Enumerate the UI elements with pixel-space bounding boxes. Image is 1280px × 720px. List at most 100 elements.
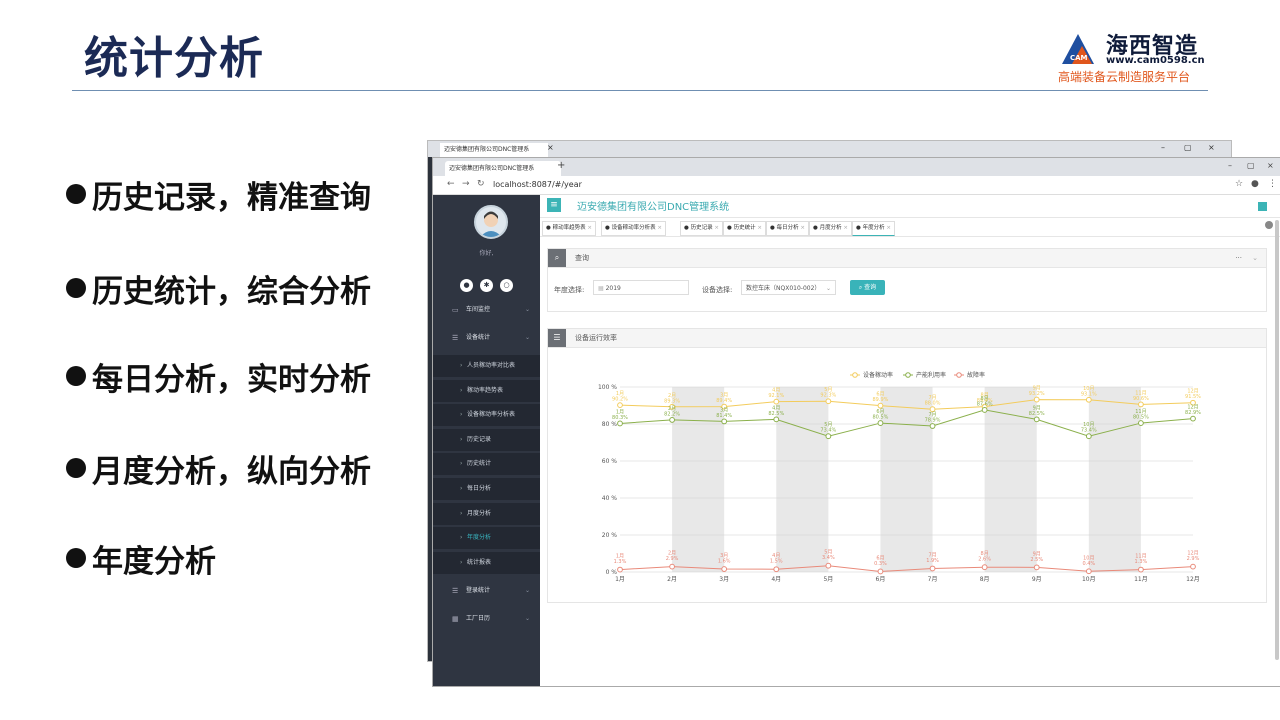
data-point: [825, 398, 832, 405]
browser-tab[interactable]: 迈安德集团有限公司DNC管理系: [445, 161, 561, 176]
close-tab-icon[interactable]: ×: [547, 143, 554, 152]
gear-icon[interactable]: ✱: [480, 279, 493, 292]
search-button[interactable]: ⌕ 查询: [850, 280, 885, 295]
page-tab[interactable]: ● 年度分析 ×: [852, 221, 895, 236]
close-icon[interactable]: ×: [842, 225, 848, 231]
back-arrow-icon[interactable]: ←: [447, 179, 455, 189]
data-label: 73.4%: [1081, 428, 1097, 434]
data-label: 88.0%: [925, 401, 941, 407]
browser-tab[interactable]: 迈安德集团有限公司DNC管理系: [440, 143, 548, 157]
sidebar-item[interactable]: › 设备稼动率分析表: [433, 404, 540, 427]
data-label: 93.1%: [1081, 391, 1097, 397]
data-label: 81.4%: [716, 413, 732, 419]
data-point: [617, 566, 623, 573]
close-icon[interactable]: ×: [885, 225, 891, 231]
data-label: 1.6%: [718, 559, 731, 565]
close-window-icon[interactable]: ×: [1208, 143, 1215, 152]
menu-toggle-button[interactable]: ≡: [547, 198, 561, 212]
y-tick-label: 40 %: [602, 495, 618, 502]
sidebar-item[interactable]: ▭ ⌄ 车间监控: [433, 299, 540, 321]
url-field[interactable]: localhost:8087/#/year: [493, 180, 582, 189]
data-label: 80.5%: [1133, 415, 1149, 421]
logo-url: www.cam0598.cn: [1106, 55, 1205, 66]
sidebar: 你好, ● ✱ ○ ▭ ⌄ 车间监控 ☰ ⌄ 设备统计 › 人员稼动率对比表 › 稼动率趋势表 › 设备稼…: [433, 195, 540, 686]
data-point: [773, 566, 780, 573]
y-tick-label: 80 %: [602, 421, 618, 428]
page-tab[interactable]: ● 设备稼动率分析表 ×: [601, 221, 666, 236]
sidebar-item[interactable]: › 历史统计: [433, 453, 540, 476]
maximize-icon[interactable]: ▢: [1247, 161, 1255, 170]
logo-mark-icon: CAM: [1062, 34, 1094, 64]
close-icon[interactable]: ×: [656, 225, 662, 231]
data-point: [617, 402, 623, 409]
minimize-icon[interactable]: –: [1228, 161, 1232, 170]
close-icon[interactable]: ×: [713, 225, 719, 231]
page-tab[interactable]: ● 月度分析 ×: [809, 221, 852, 236]
user-avatar[interactable]: [474, 205, 508, 239]
power-icon[interactable]: ○: [500, 279, 513, 292]
device-value: 数控车床（NQX010-002）: [746, 285, 821, 292]
x-tick-label: 6月: [876, 576, 886, 583]
x-tick-label: 1月: [615, 576, 625, 583]
sidebar-item-label: 工厂日历: [466, 615, 491, 623]
device-select[interactable]: 数控车床（NQX010-002） ⌄: [741, 280, 836, 295]
sidebar-item[interactable]: › 人员稼动率对比表: [433, 355, 540, 377]
sidebar-item[interactable]: ☰ ⌄ 设备统计: [433, 327, 540, 349]
more-options-button[interactable]: ···: [1235, 249, 1242, 267]
close-icon[interactable]: ×: [756, 225, 762, 231]
page-tab[interactable]: ● 稼动率趋势表 ×: [542, 221, 596, 236]
browser-tabbar: 迈安德集团有限公司DNC管理系 × × ▢ –: [428, 141, 1231, 157]
user-icon[interactable]: ●: [460, 279, 473, 292]
data-label: 89.9%: [873, 397, 889, 403]
chevron-down-icon: ⌄: [524, 334, 530, 341]
scrollbar[interactable]: [1275, 220, 1279, 660]
data-label: 0.4%: [1082, 561, 1095, 567]
data-point: [981, 564, 988, 571]
legend-marker: [905, 372, 911, 378]
page-tab[interactable]: ● 历史记录 ×: [680, 221, 723, 236]
page-tab[interactable]: ● 每日分析 ×: [766, 221, 809, 236]
close-window-icon[interactable]: ×: [1267, 161, 1274, 170]
bullet-dot-icon: [66, 366, 86, 386]
data-point: [1138, 566, 1144, 573]
sidebar-item[interactable]: › 每日分析: [433, 478, 540, 500]
app-header: ≡ 迈安德集团有限公司DNC管理系统: [540, 195, 1280, 218]
data-label: 82.5%: [1029, 411, 1045, 417]
page-tab[interactable]: ● 历史统计 ×: [723, 221, 766, 236]
list-icon: ☰: [452, 587, 459, 596]
data-label: 90.2%: [612, 397, 628, 403]
data-point: [1138, 420, 1144, 426]
maximize-icon[interactable]: ▢: [1184, 143, 1192, 152]
reload-icon[interactable]: ↻: [477, 179, 485, 189]
sidebar-item[interactable]: ☰ ⌄ 登录统计: [433, 580, 540, 602]
logo-tagline: 高端装备云制造服务平台: [1058, 70, 1191, 84]
main-content: ≡ 迈安德集团有限公司DNC管理系统 ● 稼动率趋势表 × ● 设备稼动率分析表 …: [540, 195, 1280, 686]
browser-menu-icon[interactable]: ⋮: [1268, 179, 1277, 189]
close-icon[interactable]: ×: [799, 225, 805, 231]
fullscreen-button[interactable]: [1258, 202, 1267, 211]
sidebar-item-label: 稼动率趋势表: [467, 386, 504, 394]
minimize-icon[interactable]: –: [1161, 143, 1165, 152]
sidebar-item[interactable]: › 历史记录: [433, 428, 540, 451]
data-point: [773, 416, 780, 423]
bookmark-star-icon[interactable]: ☆: [1235, 179, 1243, 189]
browser-tabbar: 迈安德集团有限公司DNC管理系 + – ▢ ×: [433, 158, 1280, 176]
data-label: 93.2%: [1029, 391, 1045, 397]
data-point: [617, 420, 623, 427]
close-icon[interactable]: ×: [586, 225, 592, 231]
profile-icon[interactable]: ●: [1251, 179, 1259, 189]
year-select[interactable]: ▦ 2019: [593, 280, 689, 295]
sidebar-item[interactable]: › 统计报表: [433, 551, 540, 574]
new-tab-icon[interactable]: +: [557, 160, 565, 171]
collapse-chevron-icon[interactable]: ⌄: [1252, 249, 1258, 267]
bullet-dot-icon: [66, 184, 86, 204]
sidebar-item[interactable]: › 年度分析: [433, 527, 540, 550]
sidebar-item[interactable]: ▦ ⌄ 工厂日历: [433, 608, 540, 630]
sidebar-item[interactable]: › 稼动率趋势表: [433, 379, 540, 402]
sidebar-item-label: 月度分析: [467, 509, 492, 517]
close-tabs-icon[interactable]: [1265, 221, 1273, 229]
data-label: 80.5%: [873, 415, 889, 421]
company-logo: CAM 海西智造 www.cam0598.cn 高端装备云制造服务平台: [1058, 28, 1218, 88]
sidebar-item[interactable]: › 月度分析: [433, 502, 540, 525]
forward-arrow-icon[interactable]: →: [462, 179, 470, 189]
